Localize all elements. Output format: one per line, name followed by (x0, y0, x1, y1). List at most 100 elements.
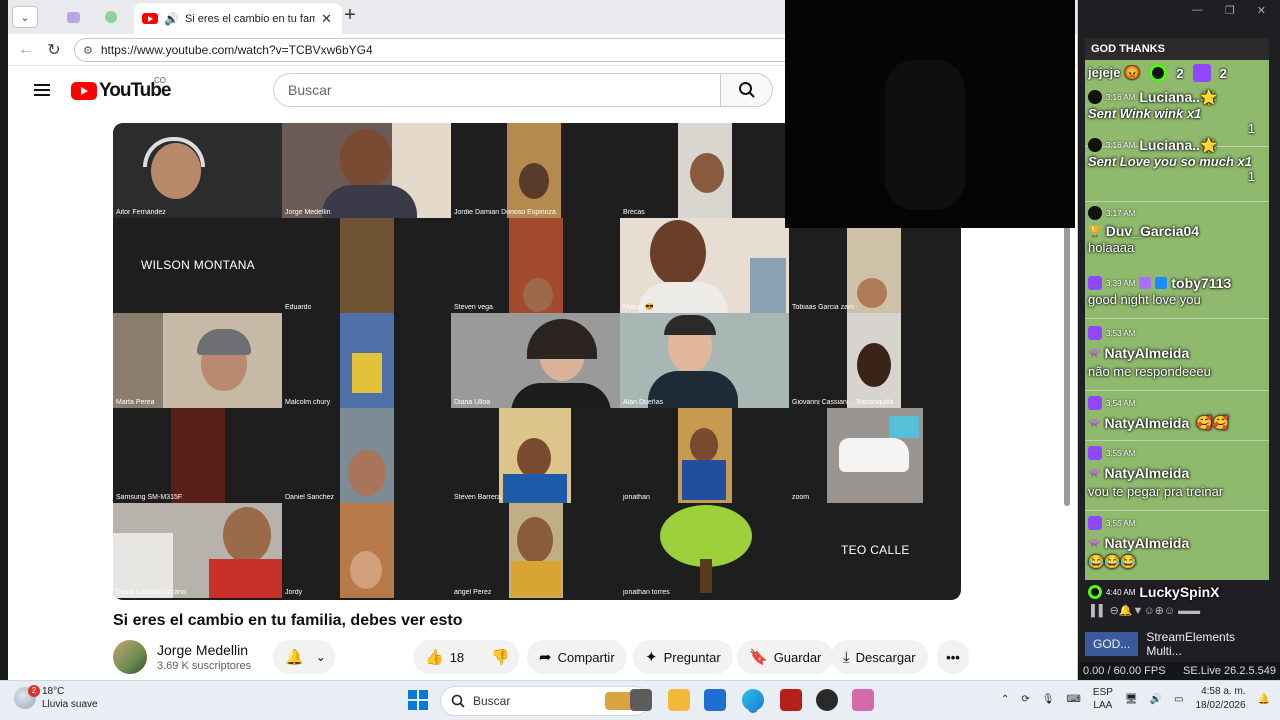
kick-icon (1088, 585, 1102, 599)
ask-button[interactable]: ✦ Preguntar (633, 640, 733, 674)
chevron-down-icon: ⌄ (315, 650, 326, 664)
chat-message: 4:40 AM LuckySpinX (1085, 580, 1269, 604)
task-view-icon[interactable] (630, 689, 652, 711)
cloud-rain-icon: 2 (14, 685, 40, 709)
tiktok-icon (1088, 206, 1102, 220)
clock-time: 4:58 a. m. (1201, 686, 1246, 697)
multistream-chat: GOD THANKS jejeje 😡 2 2 3:16 AM Luciana..… (1085, 38, 1269, 623)
search-input[interactable] (273, 73, 721, 107)
subscriber-count: 3.69 K suscriptores (157, 660, 252, 672)
emote-bar[interactable]: ▌▌ ⊖🔔▼☺⊕☺ ▬▬ (1085, 604, 1269, 623)
save-label: Guardar (773, 649, 822, 665)
share-icon: ➦ (539, 649, 552, 666)
url-field[interactable]: ⚙ https://www.youtube.com/watch?v=TCBVxw… (74, 38, 804, 62)
battery-icon[interactable]: ▭ (1174, 694, 1183, 705)
sparkle-icon: ✦ (645, 649, 658, 666)
channel-name[interactable]: Jorge Medellin (157, 642, 248, 658)
share-button[interactable]: ➦ Compartir (527, 640, 627, 674)
edge-browser-icon[interactable] (742, 689, 764, 711)
message-time: 3:55 AM (1106, 518, 1136, 528)
participant-name: Samsung SM-M315F (116, 494, 183, 501)
participant-name: Daniel Sanchez (285, 494, 335, 501)
dock-tab-god[interactable]: GOD... (1085, 632, 1139, 656)
save-button[interactable]: 🔖 Guardar (737, 640, 834, 674)
sync-icon[interactable]: ⟳ (1021, 694, 1029, 705)
participant-name: Jordy (285, 589, 303, 596)
chat-app-icon[interactable] (852, 689, 874, 711)
participant-tile: David Lizcano Lizcano (113, 503, 282, 598)
dislike-button[interactable]: 👎 (479, 640, 519, 674)
monitor-icon[interactable]: 🖥 (1125, 694, 1138, 705)
tab-list-button[interactable]: ⌄ (12, 6, 38, 28)
kick-viewer-count: 2 (1176, 65, 1184, 81)
obs-icon[interactable] (816, 689, 838, 711)
bookmark-icon: 🔖 (749, 649, 768, 666)
new-tab-button[interactable]: + (338, 4, 362, 26)
search-button[interactable] (721, 73, 773, 107)
twitch-icon (1192, 64, 1211, 82)
dock-titlebar: — ❐ ✕ (1079, 0, 1280, 20)
youtube-play-icon (71, 82, 97, 100)
sub-badge-icon (1139, 277, 1152, 289)
webcam-overlay (785, 0, 1075, 228)
volume-icon[interactable]: 🔊 (1150, 694, 1162, 705)
menu-icon[interactable] (34, 84, 50, 96)
file-explorer-icon[interactable] (668, 689, 690, 711)
chat-top-line: jejeje 😡 2 2 (1085, 62, 1269, 84)
chat-message: 3:55 AM 👾 NatyAlmeida 😂😂😂 (1085, 514, 1269, 570)
participant-tile: Jordy (282, 503, 451, 598)
chat-message: 3:16 AM Luciana..🌟 Sent Wink wink x1 1 (1085, 88, 1269, 136)
speaker-icon[interactable]: 🔊 (164, 12, 179, 26)
close-icon[interactable]: ✕ (1257, 4, 1266, 17)
download-label: Descargar (855, 649, 916, 665)
maximize-icon[interactable]: ❐ (1225, 4, 1235, 17)
app-icon[interactable] (780, 689, 802, 711)
chevron-up-icon[interactable]: ⌃ (1001, 694, 1009, 705)
chat-message: 3:53 AM 👾 NatyAlmeida não me respondeeeu (1085, 324, 1269, 379)
channel-row: Jorge Medellin 3.69 K suscriptores 🔔 ⌄ 👍… (113, 638, 973, 678)
more-actions-button[interactable]: ••• (937, 640, 969, 674)
minimize-icon[interactable]: — (1192, 4, 1203, 16)
tab-youtube[interactable]: 🔊 Si eres el cambio en tu familia ✕ (134, 3, 342, 34)
participant-tile: Eduardo (282, 218, 451, 313)
weather-widget[interactable]: 2 18°C Lluvia suave (14, 685, 98, 711)
participant-name: Tobiaas Garcia zam (792, 304, 854, 311)
reload-icon[interactable]: ↻ (44, 40, 64, 60)
message-time: 4:40 AM (1106, 587, 1136, 597)
windows-start-icon[interactable] (408, 690, 428, 710)
chat-header: GOD THANKS (1085, 38, 1269, 60)
language-indicator[interactable]: ESP LAA (1093, 686, 1113, 712)
twitch-icon (1088, 396, 1102, 410)
taskbar-search[interactable]: Buscar (440, 686, 650, 716)
download-button[interactable]: ⤓ Descargar (831, 640, 928, 674)
site-info-icon[interactable]: ⚙ (83, 44, 93, 57)
twitch-icon (1088, 326, 1102, 340)
ask-label: Preguntar (663, 649, 721, 665)
channel-avatar[interactable] (113, 640, 147, 674)
participant-name: Malcolm chury (285, 399, 331, 406)
trophy-icon: 🏆 (1088, 225, 1102, 238)
windows-taskbar: 2 18°C Lluvia suave Buscar ⌃ ⟳ 🎙 ⌨ ESP L… (0, 680, 1280, 720)
participant-name: Jordie Damian Donoso Espinoza (454, 209, 556, 216)
clock[interactable]: 4:58 a. m. 18/02/2026 (1195, 685, 1245, 713)
message-text: vou te pegar pra treinar (1088, 484, 1224, 499)
store-icon[interactable] (704, 689, 726, 711)
tab-pinned-2[interactable] (96, 6, 126, 28)
share-label: Compartir (557, 649, 615, 665)
microphone-icon[interactable]: 🎙 (1042, 694, 1055, 705)
gift-amount: 1 (1247, 121, 1255, 136)
back-arrow-icon[interactable]: ← (16, 40, 36, 60)
tab-close-icon[interactable]: ✕ (321, 11, 332, 27)
chat-message: 3:17 AM 🏆 Duv_Garcia04 holaaaa (1085, 204, 1269, 255)
notifications-button[interactable]: 🔔 ⌄ (273, 640, 335, 674)
dock-tab-streamelements[interactable]: StreamElements Multi... (1138, 630, 1269, 658)
message-user: NatyAlmeida (1104, 535, 1190, 551)
notifications-bell-icon[interactable]: 🔔 (1258, 694, 1270, 705)
participant-name: Maicol 😎 (623, 304, 654, 311)
participant-tile: Jorge Medellin (282, 123, 451, 218)
participant-name: Jorge Medellin (285, 209, 331, 216)
keyboard-layout: LAA (1093, 700, 1113, 711)
keyboard-icon[interactable]: ⌨ (1066, 694, 1080, 705)
chat-message: 3:54 AM 👾 NatyAlmeida 🥰🥰 (1085, 394, 1269, 434)
tab-pinned-1[interactable] (58, 6, 88, 28)
